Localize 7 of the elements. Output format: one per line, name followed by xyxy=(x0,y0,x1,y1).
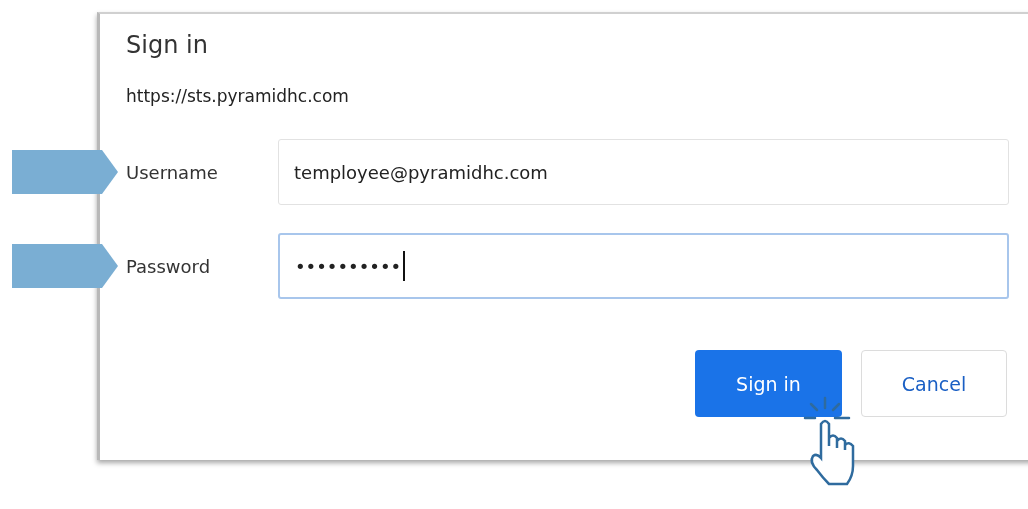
field-label: Username xyxy=(126,161,219,183)
dialog-title: Sign in xyxy=(126,30,209,61)
input-field[interactable]: temployee@pyramidhc.com xyxy=(278,139,1009,205)
site-url: https://sts.pyramidhc.com xyxy=(126,85,350,108)
field-label: Password xyxy=(126,255,212,277)
cancel-button[interactable]: Cancel xyxy=(861,350,1007,417)
input-field[interactable]: •••••••••• xyxy=(278,233,1009,299)
